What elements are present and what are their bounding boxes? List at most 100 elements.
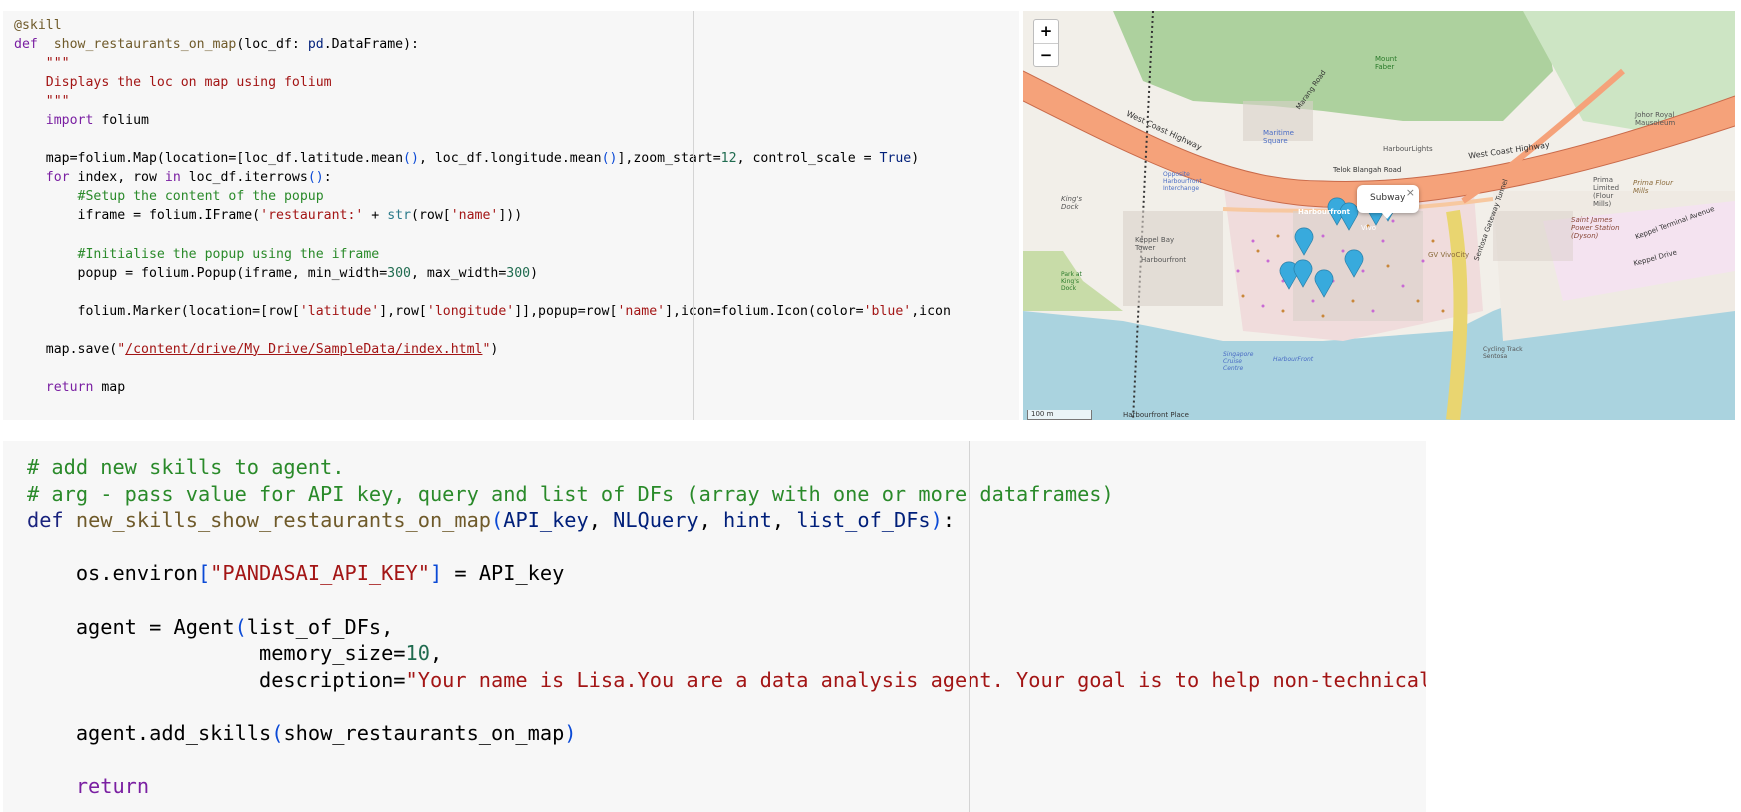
code-token: str xyxy=(387,208,412,224)
code-token: 10 xyxy=(405,641,430,666)
editor-ruler-line xyxy=(693,11,694,420)
zoom-in-button[interactable]: + xyxy=(1034,20,1058,44)
code-line: #Setup the content of the popup xyxy=(14,187,951,206)
popup-close-icon[interactable]: × xyxy=(1406,186,1415,199)
code-token: description= xyxy=(27,667,406,692)
code-token: ],row[ xyxy=(379,303,427,319)
code-token: () xyxy=(307,170,324,186)
code-token: pd xyxy=(307,37,324,53)
map-label-telok-blangah: Telok Blangah Road xyxy=(1333,166,1402,174)
code-editor-show-restaurants[interactable]: @skill def show_restaurants_on_map(loc_df… xyxy=(14,16,951,397)
code-token: import xyxy=(45,113,94,129)
code-token: () xyxy=(403,151,419,167)
code-token: popup = folium.Popup(iframe, min_width= xyxy=(14,265,388,281)
code-token: ) xyxy=(490,341,499,357)
code-token: () xyxy=(601,151,618,167)
code-line: ​ xyxy=(27,534,1426,561)
zoom-out-button[interactable]: − xyxy=(1034,44,1058,67)
code-token: , loc_df.longitude.mean xyxy=(418,151,602,167)
code-token: , max_width= xyxy=(411,265,507,281)
code-token: ])) xyxy=(498,208,523,224)
map-label-harbourlights: HarbourLights xyxy=(1383,145,1433,153)
code-line: ​ xyxy=(14,359,951,378)
map-label-harbourfront-place: Harbourfront Place xyxy=(1123,411,1189,419)
code-token: : xyxy=(323,170,332,186)
code-token: : xyxy=(942,508,956,533)
map-label-harbourfront: Harbourfront xyxy=(1141,256,1187,264)
code-line: iframe = folium.IFrame('restaurant:' + s… xyxy=(14,206,951,225)
code-token: ( xyxy=(234,614,247,639)
code-line: ​ xyxy=(14,283,951,302)
code-token: , xyxy=(698,508,724,533)
code-token: + xyxy=(363,208,388,224)
code-token: 12 xyxy=(720,151,737,167)
map-popup: Subway × xyxy=(1357,185,1419,219)
code-line: """ xyxy=(14,54,951,73)
code-token: agent.add_skills xyxy=(27,720,272,745)
code-token: for xyxy=(45,170,70,186)
code-token: ,icon xyxy=(911,303,951,319)
code-token: folium xyxy=(93,113,149,129)
map-label-harbourfront-2: HarbourFront xyxy=(1273,356,1314,363)
code-token: list_of_DFs xyxy=(796,508,931,533)
code-token: 'longitude' xyxy=(426,303,515,319)
code-token: ],zoom_start= xyxy=(617,151,721,167)
code-line: import folium xyxy=(14,111,951,130)
code-token: os.environ xyxy=(27,561,198,586)
code-token: #Initialise the popup using the iframe xyxy=(77,246,380,262)
editor-ruler-line xyxy=(969,441,970,812)
code-token: show_restaurants_on_map xyxy=(283,720,565,745)
map-label-saint-james: Saint James Power Station (Dyson) xyxy=(1571,216,1620,240)
code-cell-new-skills[interactable]: # add new skills to agent. # arg - pass v… xyxy=(3,441,1426,812)
code-editor-new-skills[interactable]: # add new skills to agent. # arg - pass v… xyxy=(27,454,1426,800)
code-token: (loc_df: xyxy=(236,37,308,53)
code-line: """ xyxy=(14,92,951,111)
map-label-vivo: Vivo xyxy=(1361,224,1377,232)
code-line: return map xyxy=(14,378,951,397)
code-line: os.environ["PANDASAI_API_KEY"] = API_key xyxy=(27,560,1426,587)
code-line: Displays the loc on map using folium xyxy=(14,73,951,92)
code-token: folium.Marker(location=[row[ xyxy=(14,303,300,319)
code-token: 300 xyxy=(387,265,411,281)
code-token: hint xyxy=(723,508,772,533)
map-label-cycling-track: Cycling Track Sentosa xyxy=(1483,346,1523,360)
code-line: # add new skills to agent. xyxy=(27,454,1426,481)
code-token: 'blue' xyxy=(863,303,912,319)
code-token: ) xyxy=(564,720,577,745)
code-token: ) xyxy=(930,508,943,533)
code-line: def new_skills_show_restaurants_on_map(A… xyxy=(27,507,1426,534)
code-token: ] xyxy=(429,561,443,586)
folium-map-output[interactable]: West Coast Highway West Coast Highway Te… xyxy=(1023,11,1735,420)
code-token: [ xyxy=(197,561,211,586)
map-label-opposite-interchange: Opposite Harbourfront Interchange xyxy=(1163,171,1202,192)
code-token: ( xyxy=(491,508,504,533)
code-token: map xyxy=(93,379,126,395)
code-cell-folium-skill[interactable]: @skill def show_restaurants_on_map(loc_df… xyxy=(3,11,1019,420)
code-token: def xyxy=(14,37,38,53)
map-label-prima-limited: Prima Limited (Flour Mills) xyxy=(1593,176,1620,208)
code-token: @skill xyxy=(14,18,62,33)
code-line: popup = folium.Popup(iframe, min_width=3… xyxy=(14,264,951,283)
code-token: NLQuery xyxy=(613,508,699,533)
popup-tip xyxy=(1381,212,1393,219)
popup-label: Subway xyxy=(1370,193,1406,203)
code-token: return xyxy=(45,379,94,395)
code-token: #Setup the content of the popup xyxy=(77,189,324,205)
map-label-johor-royal: Johor Royal Mausoleum xyxy=(1635,111,1676,127)
code-token: , control_scale = xyxy=(736,151,880,167)
code-token: return xyxy=(75,774,150,799)
map-label-mount-faber: Mount Faber xyxy=(1375,55,1397,71)
map-zoom-control: + − xyxy=(1033,19,1059,67)
code-token: True xyxy=(879,151,912,167)
code-token: new_skills_show_restaurants_on_map xyxy=(75,508,492,533)
code-token: , xyxy=(429,641,443,666)
code-token: list_of_DFs, xyxy=(246,614,394,639)
code-token: # add new skills to agent. xyxy=(27,455,345,479)
code-line: return xyxy=(27,773,1426,800)
map-scale-bar: 100 m xyxy=(1027,410,1092,420)
